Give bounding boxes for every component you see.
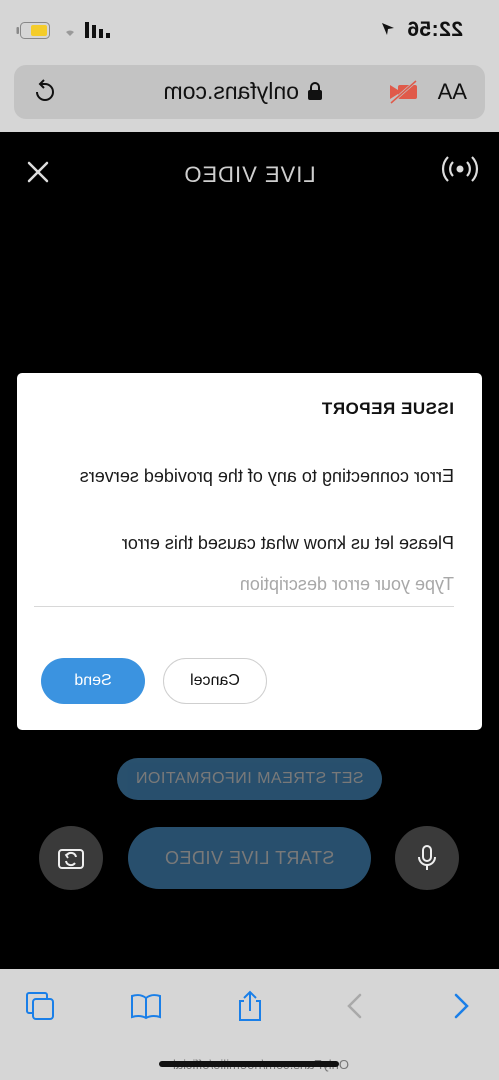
microphone-icon [418,845,436,870]
issue-report-dialog: ISSUE REPORT Error connecting to any of … [17,373,482,730]
screen: 22:56 AA onlyfans.com LIVE VIDEO ISSUE R… [0,0,499,1080]
forward-icon[interactable] [339,989,373,1023]
bookmarks-icon[interactable] [129,989,163,1023]
back-icon[interactable] [443,989,477,1023]
status-time: 22:56 [406,18,463,41]
address-bar[interactable]: AA onlyfans.com [14,65,485,119]
browser-url-area: AA onlyfans.com [0,62,499,132]
cancel-button[interactable]: Cancel [163,658,267,704]
browser-toolbar: OnlyFans.com/noemilio/official [0,969,499,1080]
location-arrow-icon [382,23,394,35]
error-description-input[interactable] [34,563,454,607]
error-message: Error connecting to any of the provided … [79,466,454,486]
send-button[interactable]: Send [41,658,145,704]
set-stream-information-button[interactable]: SET STREAM INFORMATION [117,758,382,800]
status-bar: 22:56 [0,0,499,62]
camera-off-icon[interactable] [387,79,419,105]
text-size-icon[interactable]: AA [438,79,467,105]
microphone-button[interactable] [395,826,459,890]
start-live-video-button[interactable]: START LIVE VIDEO [128,827,371,889]
tabs-icon[interactable] [23,989,57,1023]
camera-switch-button[interactable] [39,826,103,890]
app-header: LIVE VIDEO [0,132,499,222]
share-icon[interactable] [233,989,267,1023]
battery-icon [16,22,50,39]
lock-icon [308,82,322,100]
url-text[interactable]: onlyfans.com [163,78,299,105]
help-message: Please let us know what caused this erro… [121,533,454,553]
wifi-icon [66,30,74,36]
home-indicator [159,1061,339,1067]
broadcast-icon[interactable] [441,152,479,186]
page-title: LIVE VIDEO [183,162,316,187]
signal-icon [85,22,110,38]
dialog-title: ISSUE REPORT [321,399,454,418]
reload-icon[interactable] [32,79,58,105]
camera-switch-icon [58,849,84,869]
